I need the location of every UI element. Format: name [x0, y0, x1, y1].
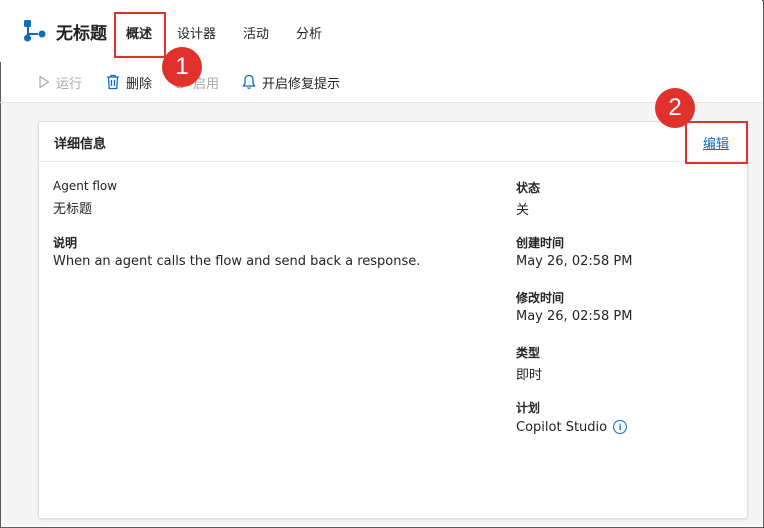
repair-tips-label: 开启修复提示 — [262, 76, 341, 92]
flow-type-label: Agent flow — [53, 179, 118, 193]
command-bar: 运行 删除 启用 开启修复提示 — [0, 62, 762, 103]
plan-value-row: Copilot Studio i — [516, 420, 628, 435]
flow-type-value: 无标题 — [53, 202, 93, 217]
tab-designer[interactable]: 设计器 — [177, 23, 216, 42]
plan-label: 计划 — [516, 401, 541, 415]
details-card: 详细信息 编辑 Agent flow 无标题 说明 When an agent … — [38, 121, 748, 519]
details-card-header: 详细信息 编辑 — [39, 122, 747, 162]
description-value: When an agent calls the flow and send ba… — [53, 254, 421, 269]
created-label: 创建时间 — [516, 236, 565, 250]
app-title: 无标题 — [56, 24, 107, 44]
callout-badge-2: 2 — [655, 88, 695, 128]
flow-logo-icon — [24, 20, 46, 42]
plan-value: Copilot Studio — [516, 420, 608, 435]
details-title: 详细信息 — [54, 137, 107, 152]
trash-icon — [107, 74, 119, 90]
run-button[interactable]: 运行 — [38, 72, 82, 92]
delete-button[interactable]: 删除 — [106, 72, 152, 92]
status-value: 关 — [516, 203, 530, 218]
status-label: 状态 — [516, 181, 541, 195]
tab-activity[interactable]: 活动 — [243, 23, 269, 42]
run-label: 运行 — [56, 76, 83, 92]
play-icon — [39, 75, 50, 89]
callout-badge-1: 1 — [162, 47, 202, 87]
type-label: 类型 — [516, 346, 541, 360]
type-value: 即时 — [516, 368, 543, 383]
created-value: May 26, 02:58 PM — [516, 254, 633, 269]
modified-label: 修改时间 — [516, 291, 565, 305]
info-icon[interactable]: i — [613, 420, 628, 434]
callout-box-edit — [685, 121, 748, 164]
modified-value: May 26, 02:58 PM — [516, 309, 633, 324]
delete-label: 删除 — [126, 76, 153, 92]
repair-tips-button[interactable]: 开启修复提示 — [242, 72, 340, 92]
description-label: 说明 — [53, 236, 78, 250]
bell-icon — [242, 74, 256, 89]
callout-box-overview — [114, 12, 166, 58]
tab-analytics[interactable]: 分析 — [296, 23, 322, 42]
